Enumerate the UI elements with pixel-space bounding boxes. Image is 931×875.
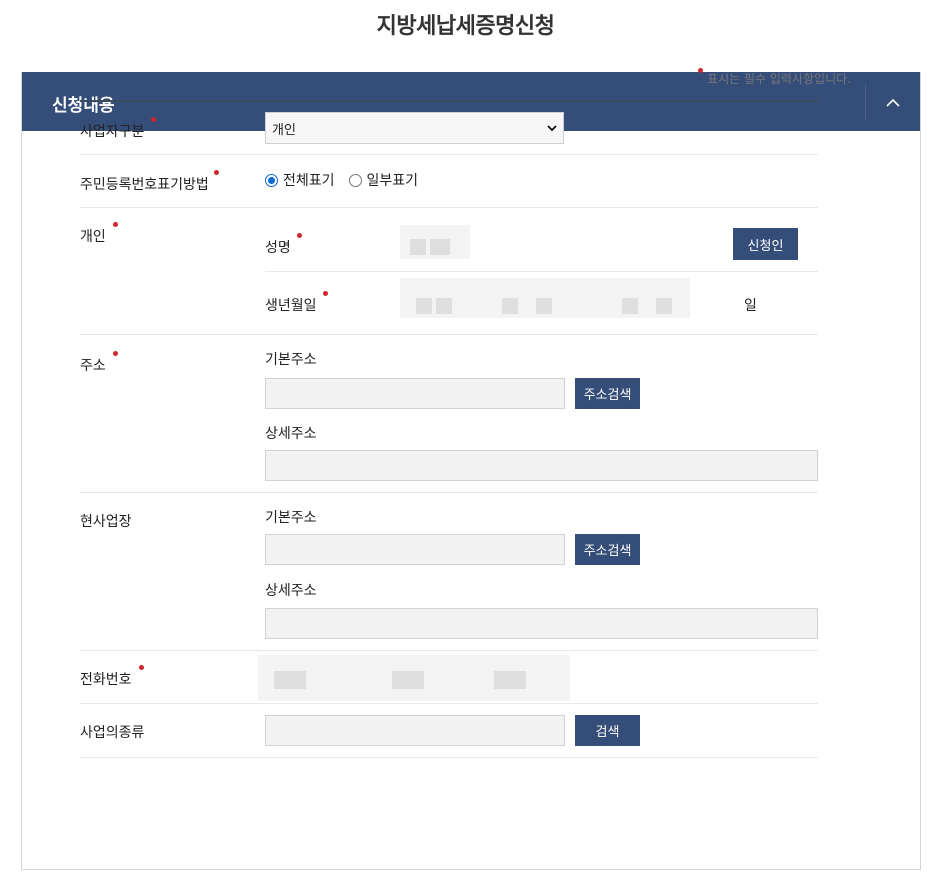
business-type-label-text: 사업자구분: [80, 124, 145, 140]
resident-display-radios: 전체표기 일부표기: [265, 170, 432, 190]
required-dot: [698, 68, 704, 73]
row-individual: 개인 성명 신청인 생년월일 일: [80, 208, 818, 335]
individual-label-text: 개인: [80, 229, 106, 245]
required-dot: [112, 351, 118, 356]
radio-full-display[interactable]: 전체표기: [265, 170, 335, 190]
required-dot: [322, 291, 328, 296]
name-label: 성명: [265, 233, 302, 257]
workplace-detail-label: 상세주소: [265, 583, 317, 599]
business-type-label: 사업자구분: [80, 117, 157, 141]
radio-partial-display[interactable]: 일부표기: [348, 170, 419, 190]
radio-full-display-label: 전체표기: [283, 173, 335, 189]
required-dot: [112, 222, 118, 227]
address-basic-label: 기본주소: [265, 352, 317, 368]
birth-label: 생년월일: [265, 291, 328, 315]
required-dot: [213, 170, 219, 175]
phone-label: 전화번호: [80, 665, 144, 689]
row-resident-display: 주민등록번호표기방법 전체표기 일부표기: [80, 155, 818, 208]
row-business-type: 사업자구분 개인: [80, 102, 818, 155]
business-kind-label: 사업의종류: [80, 725, 145, 741]
name-label-text: 성명: [265, 240, 291, 256]
address-label-text: 주소: [80, 358, 106, 374]
row-address: 주소 기본주소 주소검색 상세주소: [80, 335, 818, 493]
required-note: 표시는 필수 입력사항입니다.: [698, 68, 851, 87]
business-type-select[interactable]: 개인: [265, 112, 564, 144]
row-business-kind: 사업의종류 검색: [80, 704, 818, 758]
required-note-text: 표시는 필수 입력사항입니다.: [707, 72, 851, 86]
applicant-button[interactable]: 신청인: [733, 228, 798, 260]
chevron-down-icon: [547, 125, 557, 132]
required-dot: [151, 117, 157, 122]
phone-fields-redacted[interactable]: [258, 655, 570, 701]
individual-label: 개인: [80, 222, 118, 246]
phone-label-text: 전화번호: [80, 672, 132, 688]
address-detail-label: 상세주소: [265, 426, 317, 442]
name-field-redacted[interactable]: [400, 225, 470, 259]
workplace-detail-input[interactable]: [265, 608, 818, 639]
resident-display-label-text: 주민등록번호표기방법: [80, 177, 209, 193]
address-search-button[interactable]: 주소검색: [575, 378, 640, 409]
individual-inner-divider: [265, 271, 818, 272]
row-workplace: 현사업장 기본주소 주소검색 상세주소: [80, 493, 818, 651]
address-detail-input[interactable]: [265, 450, 818, 481]
row-phone: 전화번호: [80, 651, 818, 704]
required-dot: [296, 233, 302, 238]
radio-partial-display-label: 일부표기: [366, 173, 419, 189]
required-dot: [138, 665, 144, 670]
workplace-basic-input[interactable]: [265, 534, 565, 565]
collapse-button[interactable]: [865, 84, 920, 121]
address-basic-input[interactable]: [265, 378, 565, 409]
business-kind-input[interactable]: [265, 715, 565, 746]
business-type-selected: 개인: [272, 122, 296, 138]
business-kind-search-button[interactable]: 검색: [575, 715, 640, 746]
birth-label-text: 생년월일: [265, 298, 317, 314]
birth-fields-redacted[interactable]: [400, 278, 690, 318]
workplace-label: 현사업장: [80, 514, 132, 530]
birth-day-suffix: 일: [744, 298, 757, 314]
resident-display-label: 주민등록번호표기방법: [80, 170, 219, 194]
chevron-up-icon: [886, 98, 900, 107]
application-form: 사업자구분 개인 주민등록번호표기방법 전체표기 일부표기 개인 성명 신청인 …: [80, 100, 818, 758]
page-title: 지방세납세증명신청: [376, 14, 555, 39]
address-label: 주소: [80, 351, 118, 375]
workplace-basic-label: 기본주소: [265, 510, 317, 526]
workplace-search-button[interactable]: 주소검색: [575, 534, 640, 565]
radio-full-display-control[interactable]: [265, 173, 278, 187]
radio-partial-display-control[interactable]: [348, 173, 362, 187]
